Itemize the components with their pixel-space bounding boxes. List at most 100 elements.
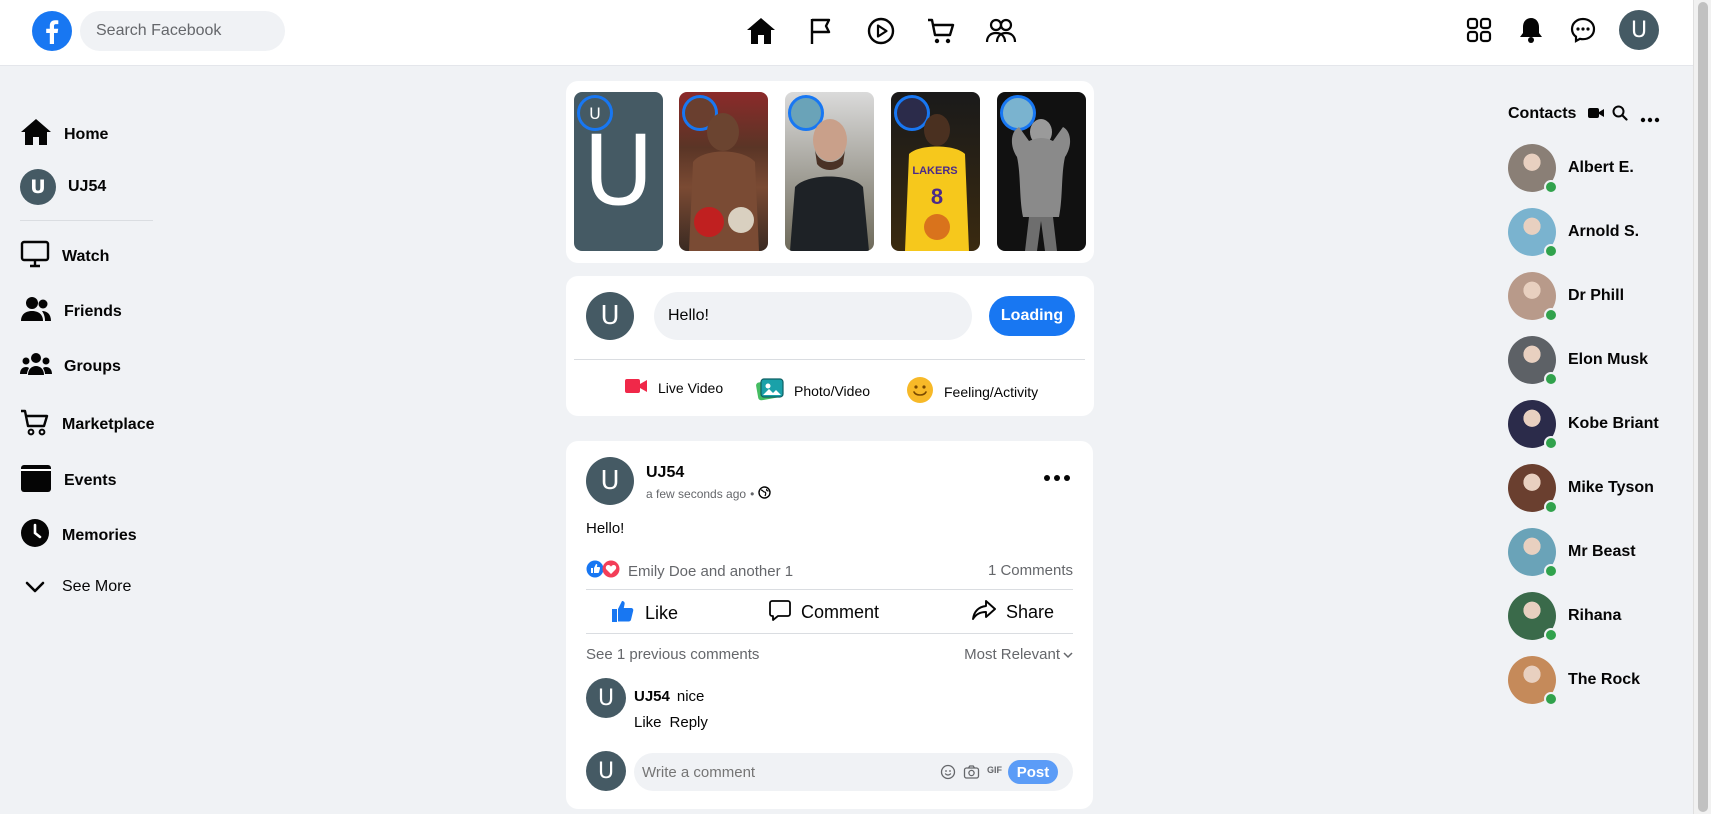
contact-name: Mike Tyson (1568, 479, 1654, 496)
contact-avatar (1508, 528, 1558, 578)
flag-icon[interactable] (804, 14, 838, 48)
contact-item[interactable]: The Rock (1508, 656, 1640, 706)
comment-button[interactable]: Comment (769, 599, 879, 626)
groups-icon[interactable] (984, 14, 1018, 48)
messenger-icon[interactable] (1567, 14, 1599, 46)
comment-author-avatar[interactable]: U (586, 678, 626, 718)
story-arnold[interactable] (997, 92, 1086, 251)
sidebar-divider (20, 220, 153, 221)
sidebar-item-watch[interactable]: Watch (20, 240, 109, 273)
camera-icon[interactable] (963, 764, 980, 785)
live-video-button[interactable]: Live Video (624, 376, 723, 399)
contact-item[interactable]: Elon Musk (1508, 336, 1649, 386)
notifications-bell-icon[interactable] (1515, 14, 1547, 46)
svg-text:LAKERS: LAKERS (912, 165, 957, 177)
marketplace-cart-icon[interactable] (924, 14, 958, 48)
contact-item[interactable]: Arnold S. (1508, 208, 1639, 258)
contact-item[interactable]: Mr Beast (1508, 528, 1636, 578)
comment-reply-link[interactable]: Reply (670, 714, 708, 731)
sidebar-see-more[interactable]: See More (20, 578, 131, 596)
contact-avatar (1508, 400, 1558, 450)
online-status-indicator (1544, 500, 1558, 514)
story-initial: U (583, 115, 654, 227)
top-navigation-bar: U (0, 0, 1693, 66)
composer-input[interactable] (654, 292, 972, 340)
sidebar-item-label: Memories (62, 526, 137, 544)
smiley-icon (906, 376, 934, 407)
gif-button[interactable]: GIF (987, 765, 1002, 775)
sidebar-item-label: Events (64, 471, 117, 489)
sidebar-item-home[interactable]: Home (20, 118, 108, 151)
contact-avatar (1508, 656, 1558, 706)
composer-submit-button[interactable]: Loading (989, 296, 1075, 336)
video-call-icon[interactable] (1587, 106, 1605, 125)
contact-item[interactable]: Mike Tyson (1508, 464, 1654, 514)
sidebar-item-memories[interactable]: Memories (20, 518, 137, 553)
post-author-name[interactable]: UJ54 (646, 464, 684, 482)
profile-avatar[interactable]: U (1619, 10, 1659, 50)
comment-author-name[interactable]: UJ54 (634, 688, 670, 705)
post-text: Hello! (586, 520, 625, 537)
contact-item[interactable]: Kobe Briant (1508, 400, 1659, 450)
sidebar-item-marketplace[interactable]: Marketplace (20, 407, 155, 442)
sidebar-item-events[interactable]: Events (20, 463, 116, 498)
story-kobe[interactable]: LAKERS 8 (891, 92, 980, 251)
sidebar-item-profile[interactable]: U UJ54 (20, 169, 106, 205)
post-options-icon[interactable] (1043, 469, 1071, 487)
story-own[interactable]: U U (574, 92, 663, 251)
contacts-search-icon[interactable] (1612, 105, 1628, 126)
see-previous-comments[interactable]: See 1 previous comments (586, 646, 759, 663)
like-button[interactable]: Like (611, 599, 678, 628)
home-icon[interactable] (744, 14, 778, 48)
composer-avatar: U (586, 292, 634, 340)
share-label: Share (1006, 602, 1055, 622)
post-comment-button[interactable]: Post (1008, 760, 1058, 784)
friends-icon (20, 296, 52, 327)
contact-name: Elon Musk (1568, 351, 1649, 368)
post-reactions[interactable]: Emily Doe and another 1 (586, 560, 793, 582)
story-mr-beast[interactable] (785, 92, 874, 251)
feeling-activity-button[interactable]: Feeling/Activity (906, 376, 1038, 407)
sidebar-item-friends[interactable]: Friends (20, 296, 122, 327)
contacts-options-icon[interactable] (1640, 110, 1660, 128)
chevron-down-icon (1063, 646, 1073, 663)
online-status-indicator (1544, 372, 1558, 386)
contact-item[interactable]: Dr Phill (1508, 272, 1625, 322)
photo-video-label: Photo/Video (794, 382, 871, 399)
monitor-icon (20, 240, 50, 273)
sidebar-item-label: UJ54 (68, 178, 107, 195)
top-right-controls: U (1463, 10, 1659, 50)
facebook-logo-icon[interactable] (32, 11, 72, 51)
comment-like-link[interactable]: Like (634, 714, 662, 731)
story-mike-tyson[interactable] (679, 92, 768, 251)
contact-name: Kobe Briant (1568, 415, 1659, 432)
watch-play-icon[interactable] (864, 14, 898, 48)
scrollbar-thumb[interactable] (1698, 2, 1708, 812)
post-author-avatar[interactable]: U (586, 457, 634, 505)
post-divider-bottom (586, 633, 1073, 634)
comment-sort-dropdown[interactable]: Most Relevant (964, 646, 1073, 663)
contact-item[interactable]: Albert E. (1508, 144, 1634, 194)
comment-icon (769, 599, 791, 626)
share-button[interactable]: Share (972, 599, 1054, 626)
emoji-icon[interactable] (940, 764, 956, 785)
menu-grid-icon[interactable] (1463, 14, 1495, 46)
comments-count[interactable]: 1 Comments (988, 562, 1073, 579)
reaction-icons (586, 560, 620, 582)
photo-video-button[interactable]: Photo/Video (756, 376, 870, 405)
page-scrollbar[interactable] (1693, 0, 1711, 814)
video-camera-icon (624, 376, 648, 399)
globe-icon (758, 486, 771, 502)
like-label: Like (645, 603, 679, 623)
write-comment-input[interactable] (634, 753, 924, 791)
search-input[interactable] (80, 11, 285, 51)
contact-item[interactable]: Rihana (1508, 592, 1621, 642)
post-card: U UJ54 a few seconds ago • Hello! Emily … (566, 441, 1093, 809)
sidebar-item-groups[interactable]: Groups (20, 352, 121, 381)
contact-avatar (1508, 464, 1558, 514)
write-comment-avatar: U (586, 751, 626, 791)
sidebar-item-label: See More (62, 578, 132, 595)
contact-name: Dr Phill (1568, 287, 1625, 304)
composer-divider (574, 359, 1085, 360)
avatar: U (20, 169, 56, 205)
